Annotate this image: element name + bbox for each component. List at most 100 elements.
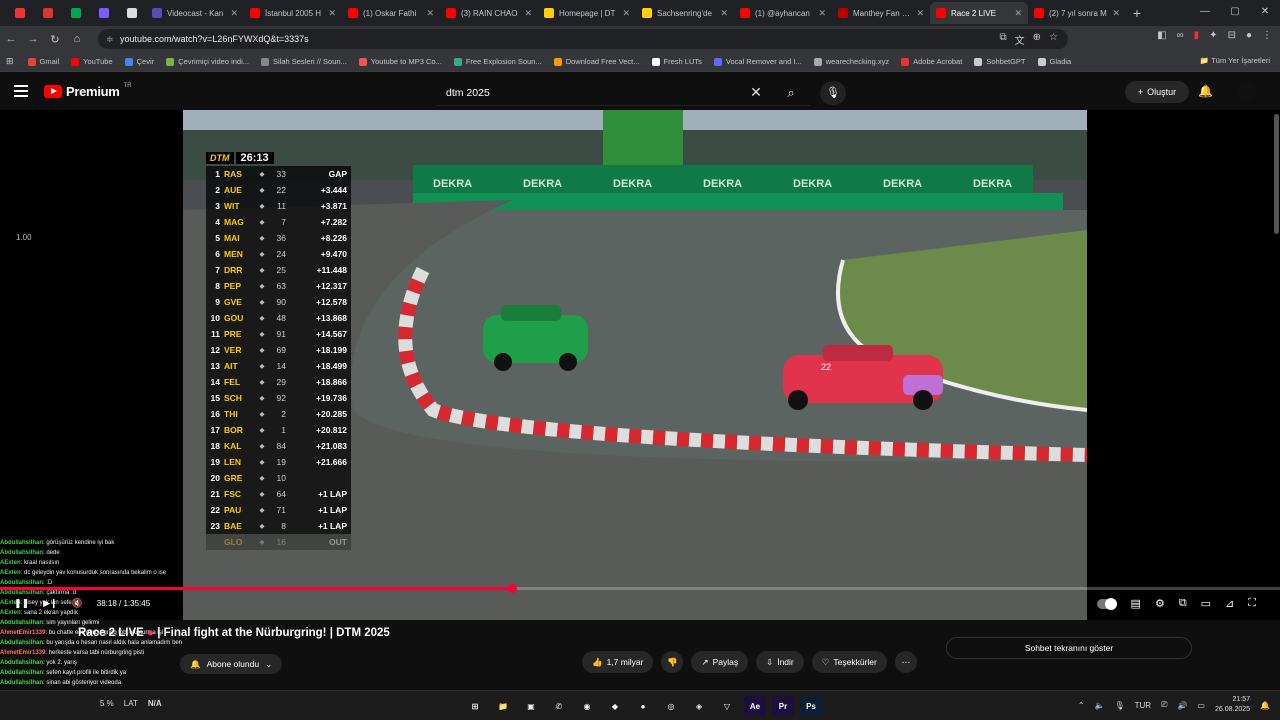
browser-tab[interactable]: (1) Oskar Fathi ✕	[342, 2, 440, 24]
close-tab-icon[interactable]: ✕	[916, 8, 924, 19]
all-bookmarks[interactable]: 📁 Tüm Yer İşaretleri	[1200, 56, 1270, 65]
close-tab-icon[interactable]: ✕	[1014, 8, 1022, 19]
dislike-button[interactable]: 👎	[661, 651, 684, 673]
taskbar-app-icon[interactable]: Pr	[772, 696, 794, 716]
bookmark-item[interactable]: SohbetGPT	[974, 57, 1026, 66]
close-tab-icon[interactable]: ✕	[720, 8, 728, 19]
browser-tab[interactable]: (3) RAIN CHAO ✕	[440, 2, 538, 24]
extension-icon[interactable]: ◧	[1157, 30, 1166, 41]
bookmark-item[interactable]: Gladia	[1037, 57, 1071, 66]
scrubber-handle[interactable]	[508, 584, 517, 593]
site-info-icon[interactable]: ≑	[106, 34, 120, 45]
sidepanel-icon[interactable]: ⊟	[1228, 30, 1236, 41]
download-button[interactable]: ⇩ İndir	[756, 651, 804, 673]
pinned-tab[interactable]	[62, 2, 90, 24]
taskbar-app-icon[interactable]: 📁	[492, 696, 514, 716]
bookmark-item[interactable]: Free Explosion Soun...	[453, 57, 542, 66]
taskbar-app-icon[interactable]: ▣	[520, 696, 542, 716]
progress-bar[interactable]	[0, 584, 1280, 593]
theater-mode-icon[interactable]: ▭	[1201, 597, 1211, 610]
speaker-icon[interactable]: 🔊	[1177, 701, 1187, 710]
cast-icon[interactable]: ⊿	[1225, 597, 1234, 610]
close-tab-icon[interactable]: ✕	[328, 8, 336, 19]
bookmark-item[interactable]: Youtube to MP3 Co...	[358, 57, 442, 66]
bookmark-star-icon[interactable]: ☆	[1049, 32, 1058, 47]
show-chat-button[interactable]: Sohbet tekranını göster	[946, 637, 1192, 659]
pinned-tab[interactable]	[90, 2, 118, 24]
extension-icon[interactable]: ▮	[1194, 30, 1200, 41]
url-field[interactable]: ≑ youtube.com/watch?v=L26nFYWXdQ&t=3337s…	[98, 29, 1068, 49]
battery-icon[interactable]: ▭	[1197, 701, 1205, 710]
install-icon[interactable]: ⧉	[1000, 32, 1007, 47]
network-icon[interactable]: ⎚	[1161, 700, 1167, 710]
bookmark-item[interactable]: Gmail	[27, 57, 59, 66]
close-tab-icon[interactable]: ✕	[818, 8, 826, 19]
close-window-icon[interactable]: ✕	[1250, 0, 1280, 26]
forward-icon[interactable]: →	[22, 33, 44, 45]
pinned-tab[interactable]	[34, 2, 62, 24]
browser-tab[interactable]: Homepage | DT ✕	[538, 2, 636, 24]
bookmark-item[interactable]: wearechecking.xyz	[813, 57, 889, 66]
puzzle-icon[interactable]: ✦	[1209, 30, 1217, 41]
zoom-icon[interactable]: ⊕	[1033, 32, 1041, 47]
close-tab-icon[interactable]: ✕	[524, 8, 532, 19]
taskbar-app-icon[interactable]: Ps	[800, 696, 822, 716]
youtube-logo[interactable]: Premium TR	[44, 83, 132, 99]
taskbar-app-icon[interactable]: ◆	[604, 696, 626, 716]
bookmark-item[interactable]: Çevir	[124, 57, 154, 66]
browser-tab[interactable]: (2) 7 yıl sonra M ✕	[1028, 2, 1126, 24]
share-button[interactable]: ↗ Paylaş	[691, 651, 749, 673]
fullscreen-icon[interactable]: ⛶	[1248, 597, 1256, 610]
notification-icon[interactable]: 🔔	[1260, 701, 1270, 710]
taskbar-app-icon[interactable]: ◈	[688, 696, 710, 716]
search-icon[interactable]: ⌕	[771, 85, 811, 101]
taskbar-app-icon[interactable]: Ae	[744, 696, 766, 716]
scrollbar-thumb[interactable]	[1274, 114, 1279, 234]
bookmark-item[interactable]: Download Free Vect...	[553, 57, 640, 66]
close-tab-icon[interactable]: ✕	[230, 8, 238, 19]
page-scrollbar[interactable]	[1272, 84, 1280, 254]
pinned-tab[interactable]	[6, 2, 34, 24]
pause-icon[interactable]: ❚❚	[14, 598, 29, 609]
create-button[interactable]: + Oluştur	[1125, 81, 1189, 103]
search-input[interactable]: dtm 2025	[436, 87, 741, 99]
back-icon[interactable]: ←	[0, 33, 22, 45]
apps-grid-icon[interactable]: ⊞	[6, 56, 14, 67]
autoplay-toggle[interactable]	[1096, 598, 1117, 610]
taskbar-app-icon[interactable]: ●	[632, 696, 654, 716]
microphone-icon[interactable]: 🎙	[820, 81, 846, 105]
extension-icon[interactable]: ∞	[1177, 30, 1184, 41]
bookmark-item[interactable]: YouTube	[71, 57, 113, 66]
home-icon[interactable]: ⌂	[66, 33, 88, 45]
browser-tab[interactable]: Race 2 LIVE ✕	[930, 2, 1028, 24]
miniplayer-icon[interactable]: ⧉	[1179, 597, 1187, 610]
search-box[interactable]: dtm 2025 ✕ ⌕	[436, 80, 811, 106]
microphone-tray-icon[interactable]: 🎙	[1114, 701, 1124, 710]
settings-gear-icon[interactable]: ⚙	[1155, 597, 1165, 610]
menu-icon[interactable]: ⋮	[1262, 30, 1272, 41]
taskbar-app-icon[interactable]: ✆	[548, 696, 570, 716]
taskbar-app-icon[interactable]: ▽	[716, 696, 738, 716]
new-tab-icon[interactable]: +	[1126, 5, 1148, 21]
browser-tab[interactable]: Videocast - Kan ✕	[146, 2, 244, 24]
close-tab-icon[interactable]: ✕	[622, 8, 630, 19]
bookmark-item[interactable]: Silah Sesleri // Soun...	[261, 57, 347, 66]
taskbar-app-icon[interactable]: ◎	[660, 696, 682, 716]
hamburger-menu-icon[interactable]	[14, 85, 28, 97]
translate-icon[interactable]: 文	[1015, 32, 1025, 47]
profile-icon[interactable]: ●	[1246, 30, 1252, 41]
subscribed-button[interactable]: 🔔 Abone olundu ⌄	[180, 654, 283, 674]
like-button[interactable]: 👍 1,7 milyar	[582, 651, 654, 673]
bookmark-item[interactable]: Vocal Remover and I...	[713, 57, 802, 66]
minimize-icon[interactable]: —	[1190, 0, 1220, 26]
bookmark-item[interactable]: Adobe Acrobat	[901, 57, 962, 66]
notifications-bell-icon[interactable]: 🔔	[1198, 84, 1213, 98]
next-icon[interactable]: ▶❙	[43, 598, 57, 609]
browser-tab[interactable]: Sachsenring'de ✕	[636, 2, 734, 24]
browser-tab[interactable]: İstanbul 2005 H ✕	[244, 2, 342, 24]
tray-chevron-icon[interactable]: ⌃	[1078, 701, 1085, 710]
close-tab-icon[interactable]: ✕	[1112, 8, 1120, 19]
taskbar-app-icon[interactable]: ◉	[576, 696, 598, 716]
thanks-button[interactable]: ♡ Teşekkürler	[811, 651, 887, 673]
mute-icon[interactable]: 🔇	[72, 598, 83, 609]
